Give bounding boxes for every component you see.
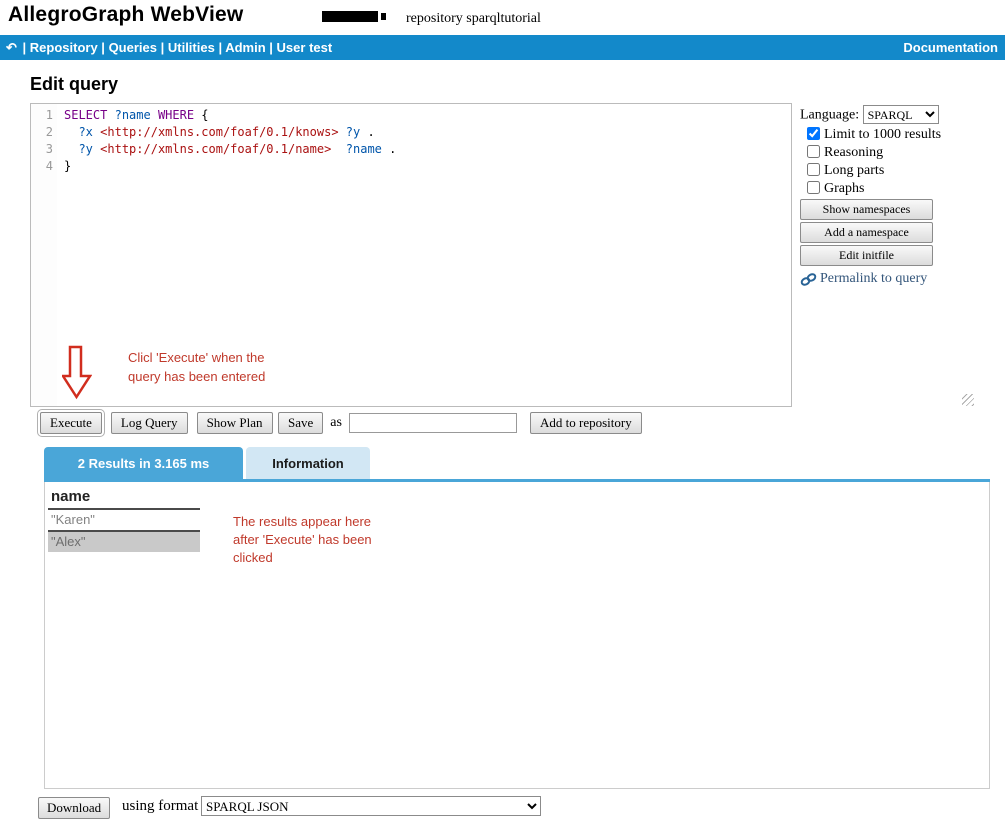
code-line: SELECT ?name WHERE { bbox=[64, 107, 791, 124]
annotation-line: after 'Execute' has been bbox=[233, 531, 372, 549]
nav-item-admin[interactable]: Admin bbox=[225, 40, 265, 55]
option-label: Graphs bbox=[824, 181, 864, 196]
language-row: Language: SPARQL bbox=[800, 105, 1000, 124]
line-number: 2 bbox=[31, 124, 53, 141]
option-label: Long parts bbox=[824, 163, 884, 178]
option-limit-to-1000-results[interactable]: Limit to 1000 results bbox=[800, 127, 1000, 143]
execute-note: Clicl 'Execute' when thequery has been e… bbox=[128, 348, 265, 386]
results-note: The results appear hereafter 'Execute' h… bbox=[233, 513, 372, 567]
nav-item-user-test[interactable]: User test bbox=[277, 40, 333, 55]
results-column-header: name bbox=[48, 486, 200, 510]
annotation-arrow-icon bbox=[62, 345, 92, 400]
page-title: Edit query bbox=[30, 74, 118, 95]
add-a-namespace-button[interactable]: Add a namespace bbox=[800, 222, 933, 243]
result-row[interactable]: "Alex" bbox=[48, 532, 200, 552]
options-list: Limit to 1000 results Reasoning Long parts… bbox=[800, 127, 1000, 197]
option-label: Limit to 1000 results bbox=[824, 127, 941, 142]
option-label: Reasoning bbox=[824, 145, 883, 160]
editor-gutter: 1234 bbox=[31, 104, 57, 406]
sidebar-buttons: Show namespacesAdd a namespaceEdit initf… bbox=[800, 199, 1000, 266]
tab-information[interactable]: Information bbox=[246, 447, 370, 480]
show-namespaces-button[interactable]: Show namespaces bbox=[800, 199, 933, 220]
language-label: Language: bbox=[800, 108, 859, 123]
language-select[interactable]: SPARQL bbox=[863, 105, 939, 124]
nav-item-utilities[interactable]: Utilities bbox=[168, 40, 215, 55]
add-to-repository-button[interactable]: Add to repository bbox=[530, 412, 642, 434]
option-reasoning[interactable]: Reasoning bbox=[800, 145, 1000, 161]
save-group: Save as bbox=[278, 412, 517, 434]
nav-separator: | bbox=[19, 40, 30, 55]
checkbox-limit-to-1000-results[interactable] bbox=[807, 127, 820, 140]
save-name-input[interactable] bbox=[349, 413, 517, 433]
annotation-line: The results appear here bbox=[233, 513, 372, 531]
format-select[interactable]: SPARQL JSON bbox=[201, 796, 541, 816]
toolbar: Execute Log Query Show Plan bbox=[40, 412, 273, 434]
nav-bar: ↶ | Repository | Queries | Utilities | A… bbox=[0, 35, 1005, 60]
editor-resize-handle[interactable] bbox=[962, 394, 974, 406]
redacted-mark bbox=[381, 13, 386, 20]
nav-item-queries[interactable]: Queries bbox=[109, 40, 157, 55]
nav-separator: | bbox=[98, 40, 109, 55]
nav-item-repository[interactable]: Repository bbox=[30, 40, 98, 55]
edit-initfile-button[interactable]: Edit initfile bbox=[800, 245, 933, 266]
nav-separator: | bbox=[215, 40, 225, 55]
repository-label: repository sparqltutorial bbox=[406, 11, 541, 27]
annotation-line: clicked bbox=[233, 549, 372, 567]
option-graphs[interactable]: Graphs bbox=[800, 181, 1000, 197]
code-line: ?x <http://xmlns.com/foaf/0.1/knows> ?y … bbox=[64, 124, 791, 141]
execute-button[interactable]: Execute bbox=[40, 412, 102, 434]
results-panel: name "Karen""Alex" bbox=[44, 482, 990, 789]
log-query-button[interactable]: Log Query bbox=[111, 412, 188, 434]
checkbox-reasoning[interactable] bbox=[807, 145, 820, 158]
as-label: as bbox=[330, 415, 342, 431]
nav-item-documentation[interactable]: Documentation bbox=[903, 35, 998, 60]
permalink-label: Permalink to query bbox=[820, 271, 927, 287]
tabs: 2 Results in 3.165 msInformation bbox=[44, 447, 370, 480]
results-rows: "Karen""Alex" bbox=[45, 510, 989, 552]
tab-results[interactable]: 2 Results in 3.165 ms bbox=[44, 447, 243, 480]
line-number: 1 bbox=[31, 107, 53, 124]
download-button[interactable]: Download bbox=[38, 797, 110, 819]
line-number: 3 bbox=[31, 141, 53, 158]
using-format-label: using format bbox=[122, 798, 198, 815]
nav-menu: ↶ | Repository | Queries | Utilities | A… bbox=[6, 35, 332, 60]
option-long-parts[interactable]: Long parts bbox=[800, 163, 1000, 179]
result-row[interactable]: "Karen" bbox=[48, 510, 200, 532]
query-options-panel: Language: SPARQL Limit to 1000 results Re… bbox=[800, 105, 1000, 287]
link-icon bbox=[800, 272, 817, 287]
nav-separator: | bbox=[266, 40, 277, 55]
checkbox-long-parts[interactable] bbox=[807, 163, 820, 176]
redacted-text bbox=[322, 11, 378, 22]
nav-separator: | bbox=[157, 40, 168, 55]
line-number: 4 bbox=[31, 158, 53, 175]
permalink-link[interactable]: Permalink to query bbox=[800, 271, 1000, 287]
annotation-line: query has been entered bbox=[128, 367, 265, 386]
code-line: } bbox=[64, 158, 791, 175]
app-title: AllegroGraph WebView bbox=[8, 3, 243, 27]
save-button[interactable]: Save bbox=[278, 412, 323, 434]
back-icon[interactable]: ↶ bbox=[6, 35, 17, 60]
checkbox-graphs[interactable] bbox=[807, 181, 820, 194]
annotation-line: Clicl 'Execute' when the bbox=[128, 348, 265, 367]
code-line: ?y <http://xmlns.com/foaf/0.1/name> ?nam… bbox=[64, 141, 791, 158]
show-plan-button[interactable]: Show Plan bbox=[197, 412, 273, 434]
